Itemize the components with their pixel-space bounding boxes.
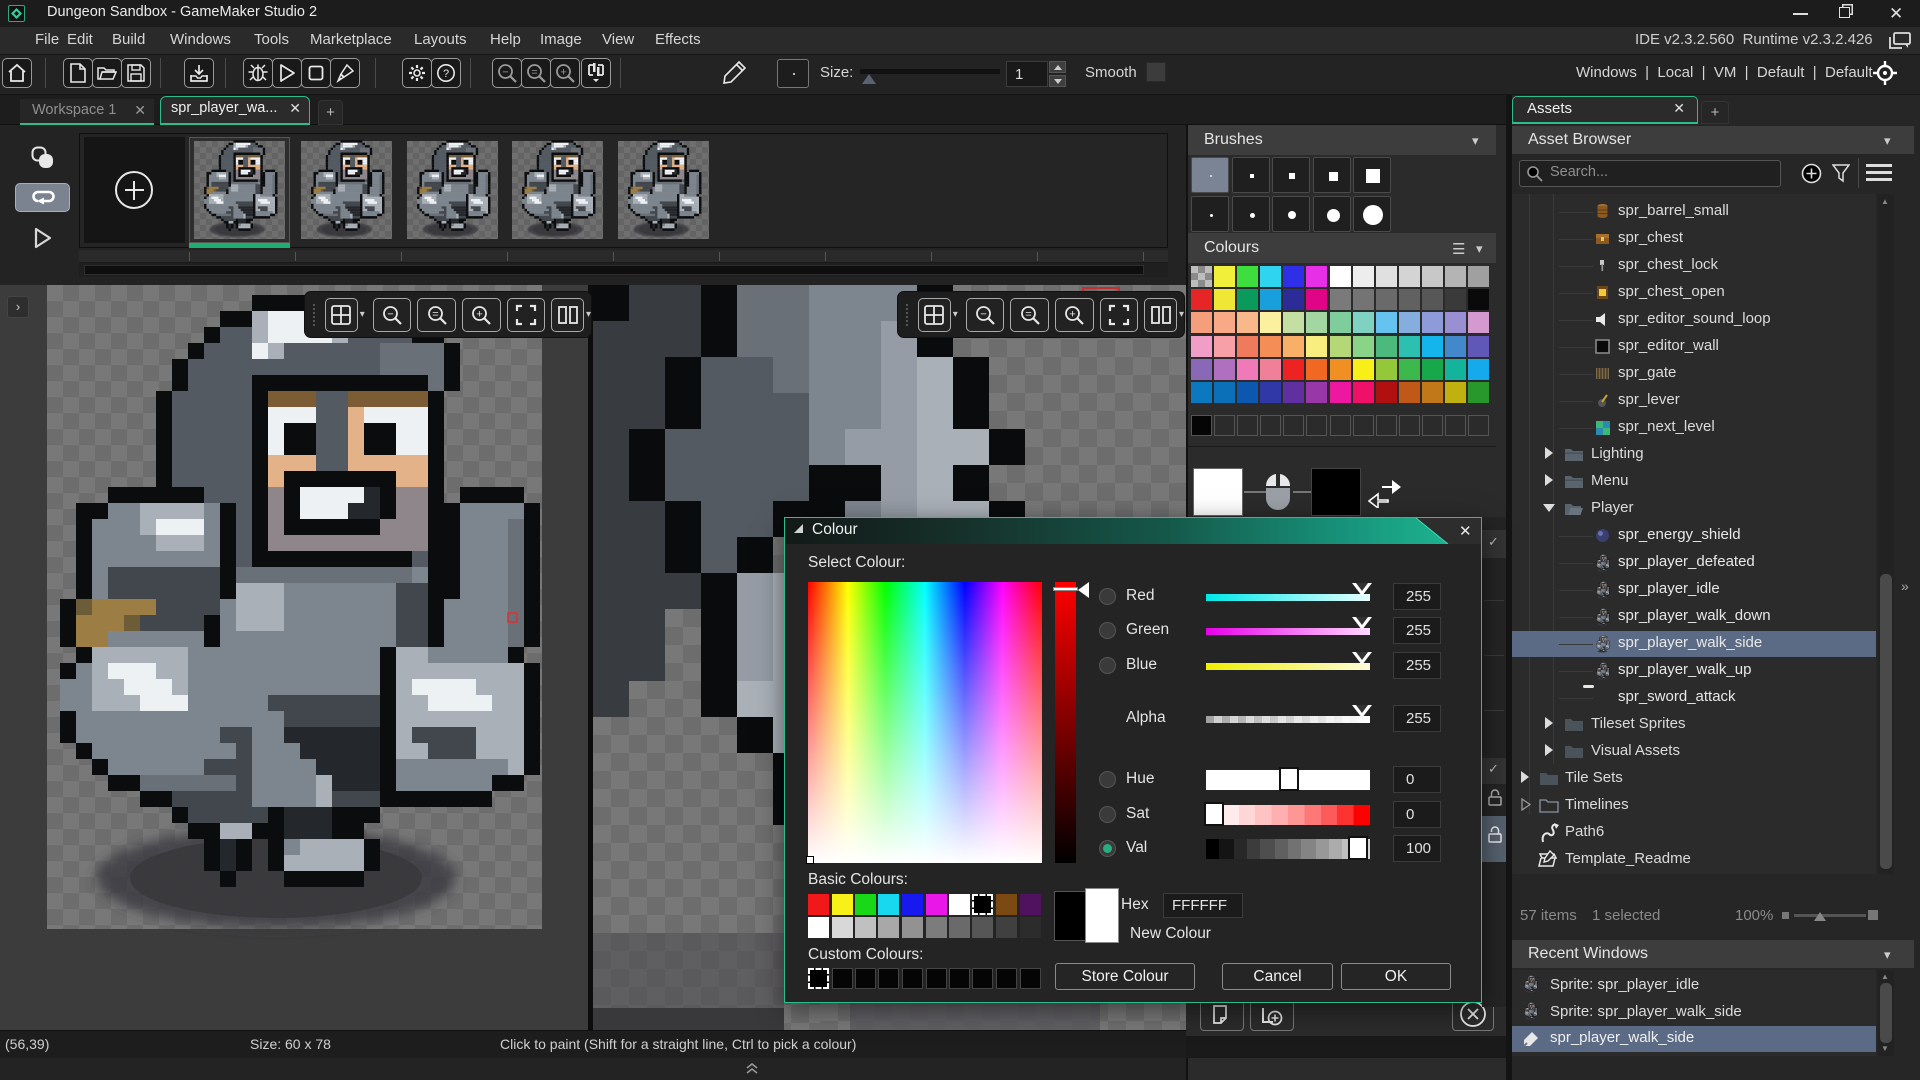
svg-text:−: −	[980, 308, 986, 320]
svg-text:=: =	[432, 308, 438, 320]
svg-text:−: −	[387, 308, 393, 320]
svg-text:+: +	[477, 308, 483, 320]
svg-text:+: +	[1070, 308, 1076, 320]
svg-text:=: =	[1025, 308, 1031, 320]
